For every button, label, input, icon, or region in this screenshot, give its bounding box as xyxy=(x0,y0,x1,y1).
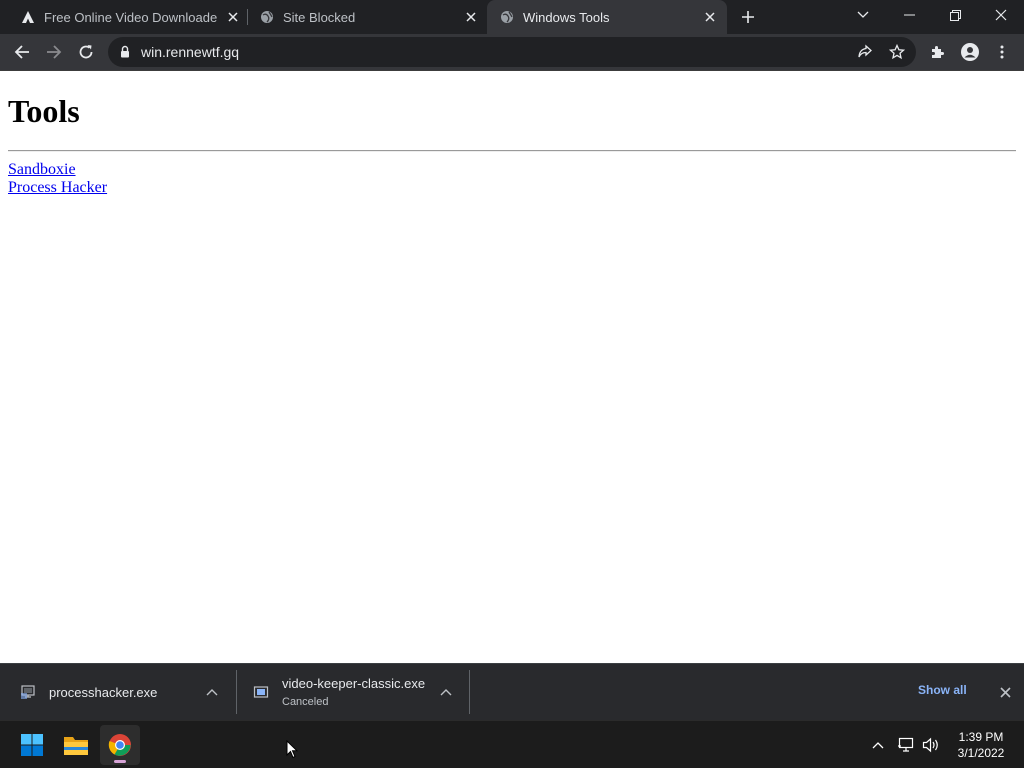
tab-close-icon[interactable] xyxy=(225,9,241,25)
site-logo-icon xyxy=(21,10,35,24)
download-separator xyxy=(469,670,470,714)
tab-close-icon[interactable] xyxy=(463,9,479,25)
file-icon xyxy=(253,684,269,700)
windows-logo-icon xyxy=(21,734,43,756)
tab-strip: Free Online Video Downloader - Site Bloc… xyxy=(0,0,1024,34)
share-icon[interactable] xyxy=(856,43,874,61)
volume-icon[interactable] xyxy=(921,735,941,755)
address-bar[interactable]: win.rennewtf.gq xyxy=(108,37,916,67)
tab-close-icon[interactable] xyxy=(702,9,718,25)
network-icon[interactable] xyxy=(896,735,916,755)
close-shelf-icon[interactable] xyxy=(996,683,1014,701)
tools-list: Sandboxie Process Hacker xyxy=(8,161,107,197)
browser-toolbar: win.rennewtf.gq xyxy=(0,34,1024,70)
tab-video-downloader[interactable]: Free Online Video Downloader - xyxy=(8,0,244,34)
download-shelf: processhacker.exe video-keeper-classic.e… xyxy=(0,663,1024,720)
profile-avatar-icon[interactable] xyxy=(958,40,982,64)
page-content: Tools Sandboxie Process Hacker xyxy=(0,71,1024,663)
download-item-processhacker[interactable]: processhacker.exe xyxy=(0,664,236,721)
chevron-up-icon[interactable] xyxy=(438,684,454,700)
horizontal-rule xyxy=(8,150,1016,152)
minimize-button[interactable] xyxy=(886,0,932,30)
url-text[interactable]: win.rennewtf.gq xyxy=(141,44,239,60)
download-status: Canceled xyxy=(282,696,329,708)
reload-button[interactable] xyxy=(74,40,98,64)
tab-site-blocked[interactable]: Site Blocked xyxy=(247,0,485,34)
download-filename: processhacker.exe xyxy=(49,685,158,700)
close-window-button[interactable] xyxy=(978,0,1024,30)
bookmark-star-icon[interactable] xyxy=(888,43,906,61)
globe-icon xyxy=(500,10,514,24)
tab-search-chevron-down-icon[interactable] xyxy=(840,0,886,30)
show-hidden-icons-chevron-up-icon[interactable] xyxy=(868,735,888,755)
file-explorer-button[interactable] xyxy=(56,725,96,765)
menu-kebab-icon[interactable] xyxy=(990,40,1014,64)
mouse-cursor-icon xyxy=(286,739,299,764)
windows-taskbar: 1:39 PM 3/1/2022 xyxy=(0,720,1024,768)
start-button[interactable] xyxy=(12,725,52,765)
clock-time: 1:39 PM xyxy=(958,730,1004,744)
tab-title: Site Blocked xyxy=(283,10,356,25)
system-clock[interactable]: 1:39 PM 3/1/2022 xyxy=(948,729,1014,761)
lock-icon[interactable] xyxy=(120,45,130,63)
chrome-icon xyxy=(108,734,131,756)
folder-icon xyxy=(64,737,88,755)
page-title: Tools xyxy=(8,93,80,129)
restore-button[interactable] xyxy=(932,0,978,30)
executable-file-icon xyxy=(20,684,36,700)
globe-icon xyxy=(260,10,274,24)
new-tab-button[interactable] xyxy=(738,7,758,27)
show-all-downloads-link[interactable]: Show all xyxy=(918,683,967,697)
tab-title: Free Online Video Downloader - xyxy=(44,10,218,25)
back-button[interactable] xyxy=(10,40,34,64)
extensions-puzzle-icon[interactable] xyxy=(926,40,950,64)
active-app-indicator xyxy=(114,760,126,763)
chrome-taskbar-button[interactable] xyxy=(100,725,140,765)
download-filename: video-keeper-classic.exe xyxy=(282,676,426,691)
chevron-up-icon[interactable] xyxy=(204,684,220,700)
link-process-hacker[interactable]: Process Hacker xyxy=(8,179,107,197)
tab-windows-tools[interactable]: Windows Tools xyxy=(487,0,727,34)
link-sandboxie[interactable]: Sandboxie xyxy=(8,161,107,179)
tab-title: Windows Tools xyxy=(523,10,610,25)
download-item-video-keeper[interactable]: video-keeper-classic.exe Canceled xyxy=(237,664,469,721)
clock-date: 3/1/2022 xyxy=(957,746,1005,760)
forward-button[interactable] xyxy=(42,40,66,64)
